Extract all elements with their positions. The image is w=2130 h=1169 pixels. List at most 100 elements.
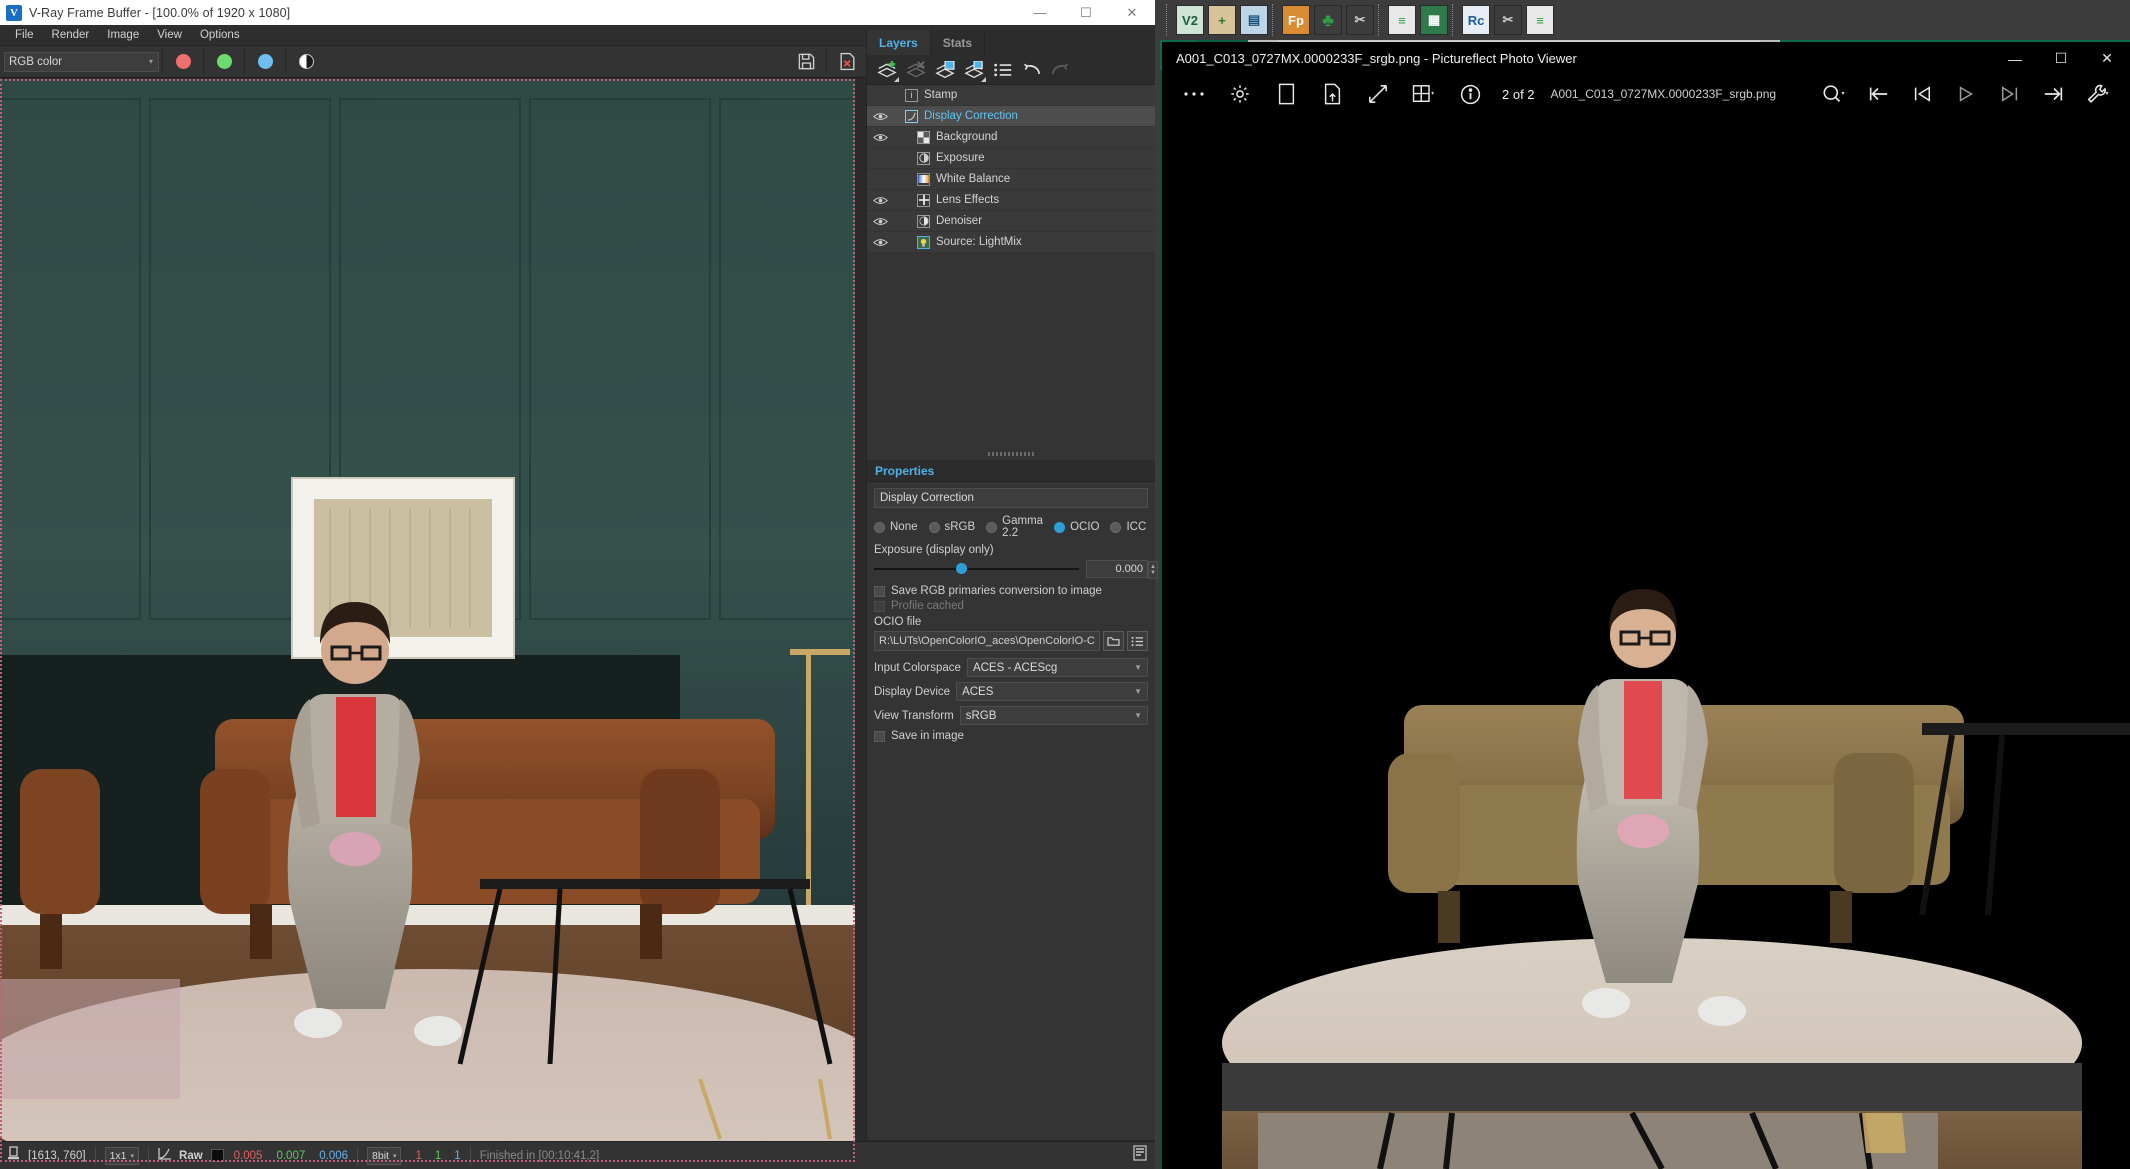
tab-stats[interactable]: Stats (931, 30, 986, 55)
page-button[interactable] (1264, 76, 1308, 112)
layer-presets-button[interactable] (989, 57, 1016, 83)
save-in-image-row[interactable]: Save in image (874, 730, 1148, 742)
view-transform-select[interactable]: sRGB ▼ (959, 706, 1148, 725)
channel-select[interactable]: RGB color ▾ (4, 51, 159, 72)
panel-splitter[interactable] (867, 448, 1155, 460)
play-slideshow-button[interactable] (1944, 76, 1988, 112)
undo-button[interactable] (1018, 57, 1045, 83)
photo-viewer-title-bar[interactable]: A001_C013_0727MX.0000233F_srgb.png - Pic… (1162, 42, 2130, 75)
tools2-icon[interactable]: ✂ (1494, 5, 1522, 35)
layer-visibility-toggle[interactable] (867, 217, 893, 226)
zoom-button[interactable] (1812, 76, 1856, 112)
red-channel-button[interactable] (166, 48, 200, 76)
fullscreen-button[interactable] (1356, 76, 1400, 112)
layer-row-denoiser[interactable]: Denoiser (867, 211, 1155, 232)
tools-icon[interactable]: ✂ (1346, 5, 1374, 35)
more-options-button[interactable] (1172, 76, 1216, 112)
layer-name-field[interactable]: Display Correction (874, 488, 1148, 508)
menu-options[interactable]: Options (191, 26, 249, 44)
menu-image[interactable]: Image (98, 26, 148, 44)
exposure-spinner[interactable]: ▲ ▼ (1148, 561, 1158, 579)
save-rgb-primaries-checkbox[interactable] (874, 585, 885, 597)
layer-row-white-balance[interactable]: White Balance (867, 169, 1155, 190)
exposure-slider[interactable] (874, 563, 1079, 574)
layer-row-display-correction[interactable]: Display Correction (867, 106, 1155, 127)
ocio-presets-button[interactable] (1127, 631, 1148, 651)
vray-minimize-button[interactable]: — (1017, 0, 1063, 25)
blue-channel-button[interactable] (248, 48, 282, 76)
bit-depth-select[interactable]: 8bit ▾ (367, 1146, 402, 1165)
info-button[interactable] (1448, 76, 1492, 112)
settings-button[interactable] (1218, 76, 1262, 112)
list-green2-icon[interactable]: ≡ (1526, 5, 1554, 35)
box-plus-icon[interactable]: + (1208, 5, 1236, 35)
menu-render[interactable]: Render (43, 26, 99, 44)
photo-viewer-minimize-button[interactable]: — (1992, 42, 2038, 75)
radio-srgb[interactable] (928, 521, 940, 533)
load-layers-button[interactable] (960, 57, 987, 83)
photo-viewer-close-button[interactable]: ✕ (2084, 42, 2130, 75)
previous-button[interactable] (1900, 76, 1944, 112)
max-icon-fp[interactable]: Fp (1282, 5, 1310, 35)
radio-ocio[interactable] (1054, 521, 1066, 533)
redo-button[interactable] (1047, 57, 1074, 83)
save-layers-button[interactable] (931, 57, 958, 83)
layer-row-exposure[interactable]: Exposure (867, 148, 1155, 169)
menu-view[interactable]: View (148, 26, 191, 44)
radio-none[interactable] (874, 521, 885, 533)
layer-visibility-toggle[interactable] (867, 112, 893, 121)
vray-close-button[interactable]: ✕ (1109, 0, 1155, 25)
input-colorspace-value: ACES - ACEScg (972, 661, 1058, 674)
max-icon-v2[interactable]: V2 (1176, 5, 1204, 35)
tree-icon[interactable]: ♣ (1314, 5, 1342, 35)
alpha-channel-button[interactable] (289, 48, 323, 76)
slider-knob[interactable] (956, 563, 967, 574)
photo-viewer-toolbar-right (1812, 76, 2120, 112)
radio-gamma22[interactable] (986, 521, 998, 533)
photo-viewer-maximize-button[interactable]: ☐ (2038, 42, 2084, 75)
export-button[interactable] (1310, 76, 1354, 112)
layer-visibility-toggle[interactable] (867, 196, 893, 205)
render-setup-icon[interactable]: ▤ (1240, 5, 1268, 35)
tab-layers[interactable]: Layers (867, 30, 931, 55)
go-last-button[interactable] (2032, 76, 2076, 112)
add-layer-button[interactable] (873, 57, 900, 83)
save-rgb-primaries-row[interactable]: Save RGB primaries conversion to image (874, 585, 1148, 597)
input-colorspace-select[interactable]: ACES - ACEScg ▼ (966, 658, 1148, 677)
save-in-image-checkbox[interactable] (874, 730, 885, 742)
ocio-browse-button[interactable] (1103, 631, 1124, 651)
vray-render-canvas[interactable] (0, 79, 855, 1162)
layer-label: Stamp (924, 89, 958, 101)
eye-icon (872, 238, 888, 246)
layer-row-source-lightmix[interactable]: Source: LightMix (867, 232, 1155, 253)
pixel-mode-label[interactable]: Raw (179, 1150, 203, 1162)
pixel-sample-select[interactable]: 1x1 ▾ (104, 1146, 140, 1165)
photo-viewer-image-area[interactable] (1162, 113, 2130, 1169)
list-green-icon[interactable]: ≡ (1388, 5, 1416, 35)
exposure-value-field[interactable]: 0.000 ▲ ▼ (1086, 560, 1158, 579)
clear-image-button[interactable] (830, 48, 864, 76)
layer-visibility-toggle[interactable] (867, 133, 893, 142)
radio-icc[interactable] (1110, 521, 1122, 533)
layer-row-stamp[interactable]: i Stamp (867, 85, 1155, 106)
layer-row-background[interactable]: Background (867, 127, 1155, 148)
delete-layer-button[interactable] (902, 57, 929, 83)
menu-file[interactable]: File (6, 26, 43, 44)
go-first-button[interactable] (1856, 76, 1900, 112)
display-device-select[interactable]: ACES ▼ (956, 682, 1148, 701)
layer-visibility-toggle[interactable] (867, 238, 893, 247)
ocio-file-field[interactable]: R:\LUTs\OpenColorIO_aces\OpenColorIO-C (874, 631, 1100, 651)
layer-row-lens-effects[interactable]: Lens Effects (867, 190, 1155, 211)
max-icon-rc[interactable]: Rc (1462, 5, 1490, 35)
save-image-button[interactable] (789, 48, 823, 76)
vray-maximize-button[interactable]: ☐ (1063, 0, 1109, 25)
next-button[interactable] (1988, 76, 2032, 112)
log-panel-button[interactable] (1133, 1145, 1147, 1166)
vray-title-bar[interactable]: V V-Ray Frame Buffer - [100.0% of 1920 x… (0, 0, 1155, 25)
grid-view-button[interactable] (1402, 76, 1446, 112)
green-channel-button[interactable] (207, 48, 241, 76)
layer-list-empty-area[interactable] (867, 253, 1155, 448)
color-curve-icon[interactable] (158, 1147, 172, 1165)
tools-button[interactable] (2076, 76, 2120, 112)
grid-green-icon[interactable]: ▦ (1420, 5, 1448, 35)
